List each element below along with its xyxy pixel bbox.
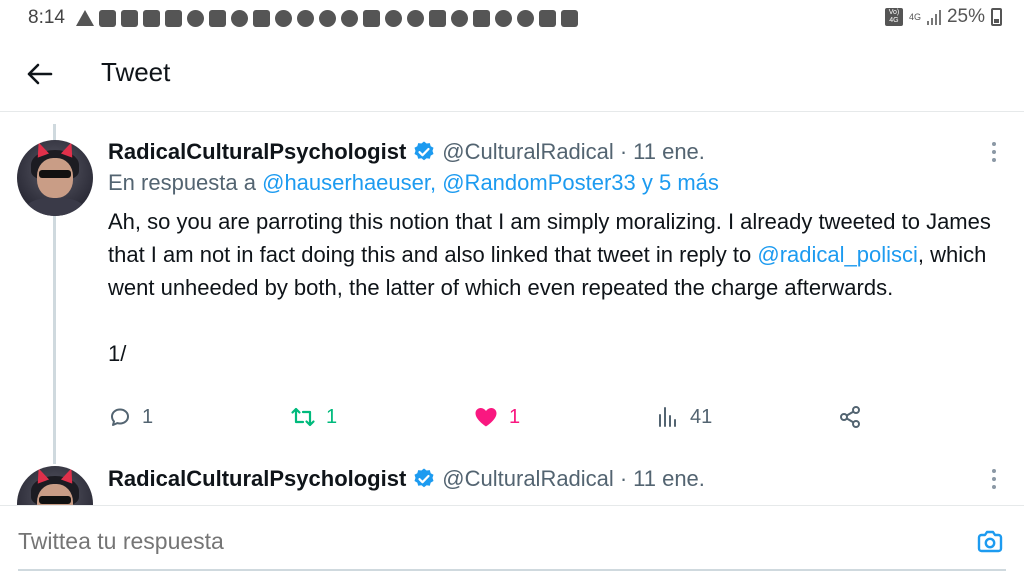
reply-button[interactable]: 1 bbox=[108, 405, 153, 429]
tweet-header: RadicalCulturalPsychologist @CulturalRad… bbox=[108, 466, 705, 492]
chat-icon bbox=[99, 10, 116, 27]
retweet-button[interactable]: 1 bbox=[290, 405, 337, 429]
battery-icon bbox=[991, 8, 1002, 26]
card-icon bbox=[539, 10, 556, 27]
tweet-actions: 1 1 1 41 bbox=[0, 405, 1024, 441]
like-button[interactable]: 1 bbox=[473, 405, 520, 429]
user-handle[interactable]: @CulturalRadical bbox=[442, 139, 614, 165]
signal-icon bbox=[926, 9, 941, 25]
tweet-text: Ah, so you are parroting this notion tha… bbox=[108, 205, 1013, 370]
top-app-bar: Tweet bbox=[0, 36, 1024, 112]
tweet-header: RadicalCulturalPsychologist @CulturalRad… bbox=[108, 139, 705, 165]
cloud-icon bbox=[517, 10, 534, 27]
verified-badge-icon bbox=[412, 467, 436, 491]
location-icon bbox=[495, 10, 512, 27]
app-icon bbox=[341, 10, 358, 27]
youtube-icon bbox=[165, 10, 182, 27]
retweet-icon bbox=[291, 407, 315, 427]
camera-icon bbox=[977, 530, 1003, 553]
reply-count: 1 bbox=[142, 405, 154, 428]
battery-percent: 25% bbox=[946, 6, 985, 27]
reply-prefix: En respuesta a bbox=[108, 170, 256, 195]
analytics-bars-icon bbox=[659, 407, 676, 427]
retweet-count: 1 bbox=[326, 405, 338, 428]
view-count: 41 bbox=[690, 405, 713, 428]
tweet-text-footer: 1/ bbox=[108, 341, 127, 366]
network-type: 4G bbox=[908, 11, 921, 22]
messenger-icon bbox=[187, 10, 204, 27]
input-underline bbox=[18, 569, 1006, 571]
app-icon bbox=[319, 10, 336, 27]
separator-dot: · bbox=[619, 139, 628, 164]
facebook-icon bbox=[121, 10, 138, 27]
display-name[interactable]: RadicalCulturalPsychologist bbox=[108, 466, 406, 492]
more-dots-icon bbox=[992, 142, 996, 146]
whatsapp-icon bbox=[451, 10, 468, 27]
views-button[interactable]: 41 bbox=[656, 405, 712, 429]
calendar-icon bbox=[209, 10, 226, 27]
notification-icons bbox=[76, 10, 578, 27]
shopping-icon bbox=[473, 10, 490, 27]
reply-input[interactable] bbox=[18, 528, 918, 555]
avatar[interactable] bbox=[17, 140, 93, 216]
gmail-icon bbox=[363, 10, 380, 27]
cast-icon bbox=[275, 10, 292, 27]
tweet-date[interactable]: 11 ene. bbox=[633, 466, 705, 492]
reply-context: En respuesta a @hauserhaeuser, @RandomPo… bbox=[108, 170, 719, 196]
app-icon bbox=[297, 10, 314, 27]
twitter-icon bbox=[231, 10, 248, 27]
alert-icon bbox=[76, 10, 94, 26]
card-icon bbox=[561, 10, 578, 27]
mention-link[interactable]: @radical_polisci bbox=[757, 242, 918, 267]
status-bar: 8:14 Vo) 4G 4G 25% bbox=[0, 0, 1024, 36]
camera-button[interactable] bbox=[974, 526, 1006, 558]
like-count: 1 bbox=[509, 405, 521, 428]
tweet-date[interactable]: 11 ene. bbox=[633, 139, 705, 165]
user-handle[interactable]: @CulturalRadical bbox=[442, 466, 614, 492]
verified-badge-icon bbox=[412, 140, 436, 164]
share-icon bbox=[840, 406, 860, 428]
system-status: Vo) 4G 4G 25% bbox=[884, 6, 1002, 28]
status-time: 8:14 bbox=[28, 7, 65, 28]
arrow-left-icon bbox=[27, 63, 53, 85]
youtube-icon bbox=[429, 10, 446, 27]
display-name[interactable]: RadicalCulturalPsychologist bbox=[108, 139, 406, 165]
back-button[interactable] bbox=[20, 54, 60, 94]
more-options-button[interactable] bbox=[984, 464, 1004, 494]
share-button[interactable] bbox=[838, 405, 862, 429]
heart-filled-icon bbox=[475, 408, 497, 427]
volte-icon: Vo) 4G bbox=[884, 8, 903, 26]
location-icon bbox=[407, 10, 424, 27]
reply-to-users-link[interactable]: @hauserhaeuser, @RandomPoster33 y 5 más bbox=[262, 170, 719, 195]
reply-icon bbox=[111, 408, 129, 426]
separator-dot: · bbox=[619, 466, 628, 491]
location-icon bbox=[385, 10, 402, 27]
reply-composer bbox=[0, 505, 1024, 576]
pocket-icon bbox=[253, 10, 270, 27]
youtube-icon bbox=[143, 10, 160, 27]
more-options-button[interactable] bbox=[984, 137, 1004, 167]
more-dots-icon bbox=[992, 469, 996, 473]
page-title: Tweet bbox=[101, 57, 171, 87]
